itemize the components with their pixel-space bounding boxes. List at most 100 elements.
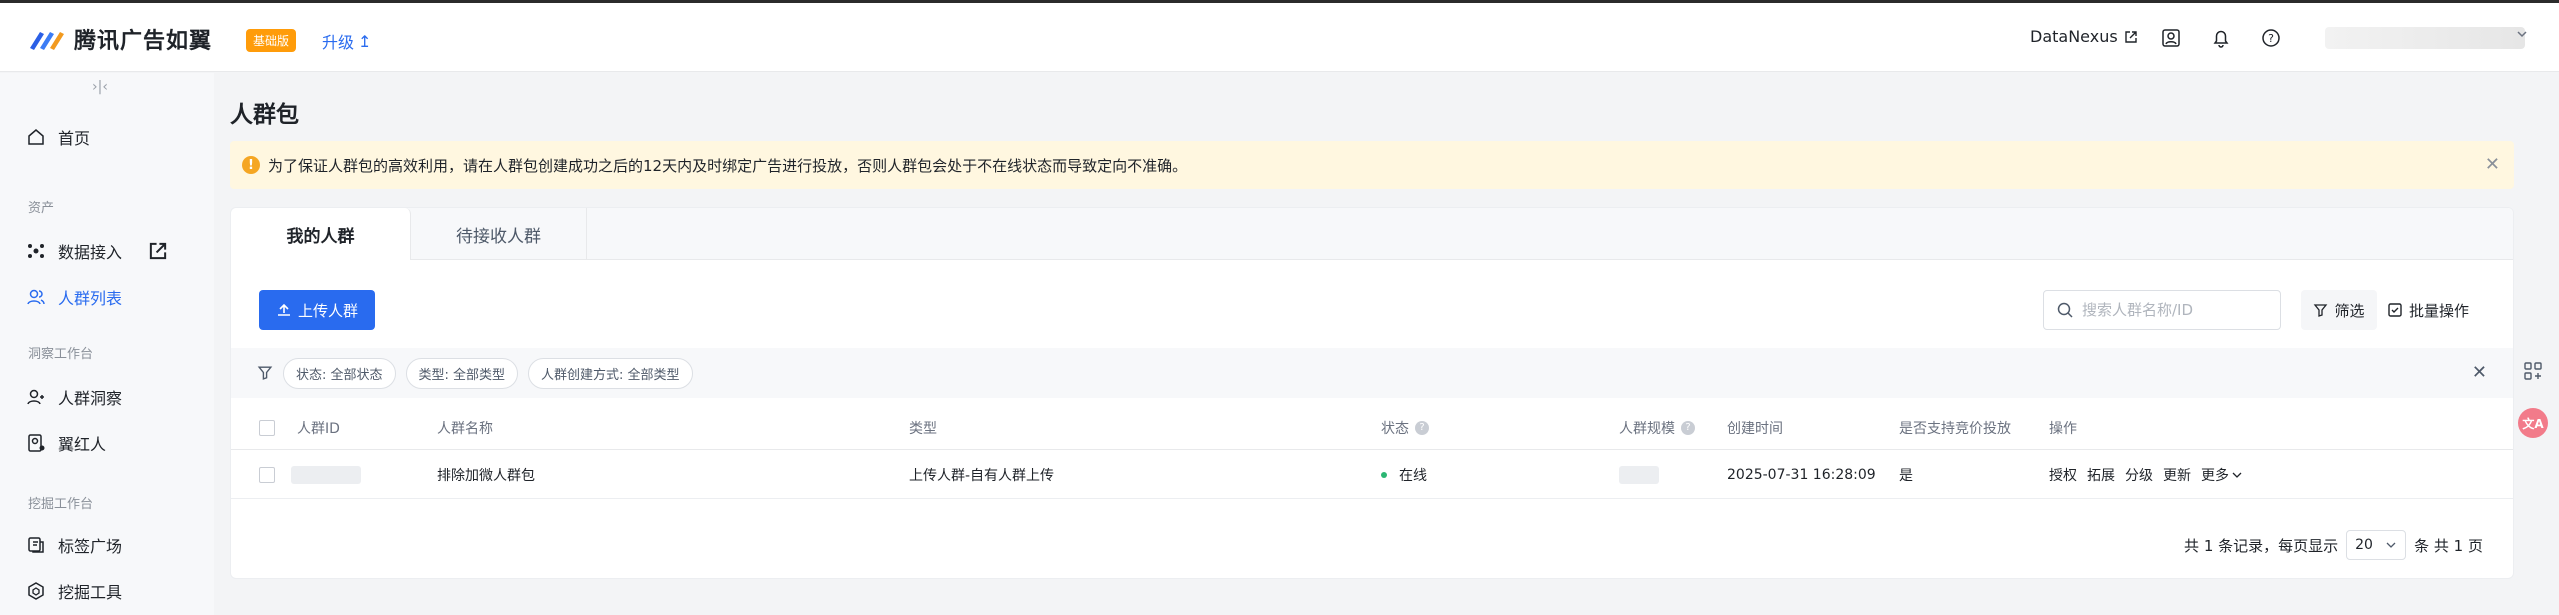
badge-user-icon <box>28 434 45 452</box>
help-icon[interactable]: ? <box>1681 420 1695 435</box>
cube-icon <box>28 582 44 600</box>
tab-pending-audience[interactable]: 待接收人群 <box>411 208 587 260</box>
status-text: 在线 <box>1399 467 1427 484</box>
batch-operation-button[interactable]: 批量操作 <box>2387 290 2469 330</box>
filter-chip-type[interactable]: 类型: 全部类型 <box>405 357 519 389</box>
batch-label: 批量操作 <box>2409 301 2470 320</box>
data-access-icon <box>28 244 44 258</box>
nav-group-mining: 挖掘工作台 <box>28 497 94 512</box>
bid-support: 是 <box>1899 467 1913 484</box>
brand-logo[interactable]: 腾讯广告如翼 <box>26 23 212 55</box>
upgrade-link[interactable]: 升级 ↥ <box>322 29 371 53</box>
sidebar-item-label: 翼红人 <box>58 435 107 454</box>
authorize-link[interactable]: 授权 <box>2049 465 2077 485</box>
account-info[interactable] <box>2325 27 2525 49</box>
search-icon <box>2057 302 2073 318</box>
sidebar-item-label: 首页 <box>58 129 91 148</box>
close-icon[interactable]: ✕ <box>2485 154 2500 175</box>
filter-icon <box>257 366 273 380</box>
col-header-type: 类型 <box>909 420 937 437</box>
svg-text:?: ? <box>2268 32 2274 45</box>
nav-group-assets: 资产 <box>28 201 55 216</box>
home-icon <box>28 129 44 145</box>
translate-icon[interactable]: 文A <box>2518 408 2548 438</box>
help-icon[interactable]: ? <box>2260 27 2282 49</box>
col-header-status: 状态 <box>1381 420 1409 437</box>
logo-icon <box>30 32 64 50</box>
search-box <box>2043 290 2281 330</box>
help-icon[interactable]: ? <box>1415 420 1429 435</box>
upload-audience-button[interactable]: 上传人群 <box>259 290 375 330</box>
filter-button[interactable]: 筛选 <box>2301 290 2377 330</box>
sidebar-item-audience-list[interactable]: 人群列表 <box>26 285 122 309</box>
row-checkbox[interactable] <box>259 466 275 483</box>
select-all-checkbox[interactable] <box>259 419 275 436</box>
sidebar-item-tag-square[interactable]: 标签广场 <box>26 533 122 557</box>
external-link-icon <box>2124 30 2137 43</box>
col-header-name: 人群名称 <box>437 420 493 437</box>
audience-type: 上传人群-自有人群上传 <box>909 467 1055 484</box>
brand-name: 腾讯广告如翼 <box>74 29 213 54</box>
filter-chip-status[interactable]: 状态: 全部状态 <box>283 357 396 389</box>
filter-label: 筛选 <box>2334 301 2365 320</box>
status-dot <box>1381 471 1387 478</box>
clear-filters-icon[interactable]: ✕ <box>2472 362 2487 383</box>
audience-size-redacted <box>1619 465 1659 484</box>
sidebar-item-label: 标签广场 <box>58 537 123 556</box>
warning-icon: ! <box>242 156 260 174</box>
col-header-id: 人群ID <box>297 420 340 437</box>
chevron-down-icon[interactable] <box>2231 469 2243 481</box>
search-input[interactable] <box>2082 301 2272 319</box>
notice-banner: ! 为了保证人群包的高效利用，请在人群包创建成功之后的12天内及时绑定广告进行投… <box>230 141 2514 189</box>
table-header: 人群ID 人群名称 类型 状态 ? 人群规模 ? 创建时间 是否支持竞价投放 操… <box>231 406 2513 450</box>
upload-icon <box>277 303 290 316</box>
sidebar-item-label: 挖掘工具 <box>58 583 123 602</box>
col-header-bid: 是否支持竞价投放 <box>1899 420 2011 437</box>
col-header-ops: 操作 <box>2049 420 2077 437</box>
sidebar: ›|‹ 首页 资产 数据接入 人群列表 洞察工作台 人群洞察 翼红人 挖掘工作台… <box>0 73 214 615</box>
user-card-icon[interactable] <box>2160 27 2182 49</box>
datanexus-label: DataNexus <box>2030 27 2118 46</box>
sidebar-item-label: 人群洞察 <box>58 389 123 408</box>
upload-label: 上传人群 <box>297 301 358 320</box>
more-link[interactable]: 更多 <box>2201 465 2229 485</box>
nav-group-insight: 洞察工作台 <box>28 347 94 362</box>
filter-icon <box>2314 303 2328 317</box>
sidebar-item-label: 数据接入 <box>58 243 123 262</box>
insight-icon <box>27 389 44 405</box>
col-header-created: 创建时间 <box>1727 420 1783 437</box>
top-bar: 腾讯广告如翼 基础版 升级 ↥ DataNexus ? <box>0 0 2559 72</box>
page-size-value: 20 <box>2355 537 2373 553</box>
total-pages: 条 共 1 页 <box>2414 536 2483 555</box>
table-row: 排除加微人群包 上传人群-自有人群上传 在线 2025-07-31 16:28:… <box>231 451 2513 499</box>
filter-chip-method[interactable]: 人群创建方式: 全部类型 <box>528 357 693 389</box>
chevron-down-icon[interactable] <box>2515 27 2529 41</box>
audience-icon <box>27 289 45 305</box>
expand-link[interactable]: 拓展 <box>2087 465 2115 485</box>
sidebar-item-audience-insight[interactable]: 人群洞察 <box>26 385 122 409</box>
sidebar-item-data-access[interactable]: 数据接入 <box>26 239 168 263</box>
sidebar-item-red-people[interactable]: 翼红人 <box>26 431 106 455</box>
plan-badge: 基础版 <box>246 29 297 52</box>
sidebar-item-mining-tool[interactable]: 挖掘工具 <box>26 579 122 603</box>
col-header-size: 人群规模 <box>1619 420 1675 437</box>
grade-link[interactable]: 分级 <box>2125 465 2153 485</box>
audience-name[interactable]: 排除加微人群包 <box>437 451 535 498</box>
grid-apps-icon[interactable] <box>2518 356 2548 386</box>
update-link[interactable]: 更新 <box>2163 465 2191 485</box>
page-title: 人群包 <box>230 102 299 128</box>
audience-id-redacted <box>291 465 361 484</box>
datanexus-link[interactable]: DataNexus <box>2030 27 2138 46</box>
upgrade-label: 升级 <box>322 33 355 52</box>
page-size-select[interactable]: 20 <box>2346 530 2407 560</box>
bell-icon[interactable] <box>2210 27 2232 49</box>
sidebar-item-home[interactable]: 首页 <box>26 125 90 149</box>
chevron-down-icon <box>2386 542 2396 548</box>
sidebar-item-label: 人群列表 <box>58 289 123 308</box>
pagination: 共 1 条记录，每页显示 20 条 共 1 页 <box>2184 530 2483 560</box>
batch-icon <box>2388 303 2402 317</box>
audience-card: 我的人群 待接收人群 上传人群 筛选 批量操作 状态: 全部状态 类型: 全部类… <box>230 207 2514 579</box>
external-link-icon <box>149 242 167 260</box>
tab-my-audience[interactable]: 我的人群 <box>231 208 411 260</box>
collapse-sidebar-icon[interactable]: ›|‹ <box>92 79 108 95</box>
